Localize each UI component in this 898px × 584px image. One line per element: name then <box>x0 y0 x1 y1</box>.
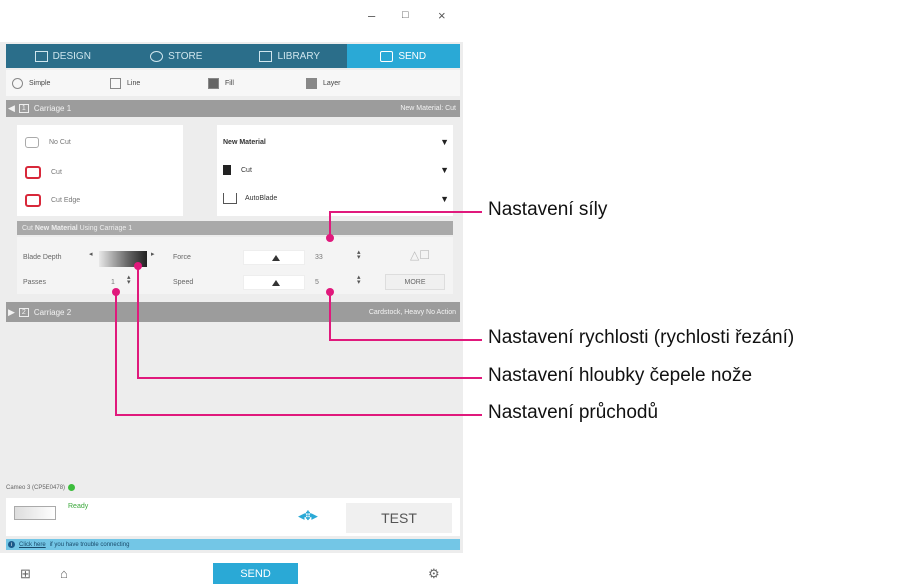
callout-dot <box>326 234 334 242</box>
callout-speed: Nastavení rychlosti (rychlosti řezání) <box>488 327 795 348</box>
callout-line-force <box>329 211 482 238</box>
callout-line-passes <box>115 292 482 416</box>
callout-blade-depth: Nastavení hloubky čepele nože <box>488 365 753 386</box>
callout-force: Nastavení síly <box>488 199 608 220</box>
callout-line-speed <box>329 292 482 341</box>
callout-dot <box>134 262 142 270</box>
callout-dot <box>326 288 334 296</box>
callout-passes: Nastavení průchodů <box>488 402 659 423</box>
callout-dot <box>112 288 120 296</box>
callout-line-blade-depth <box>137 266 482 379</box>
callout-lines <box>112 211 482 416</box>
